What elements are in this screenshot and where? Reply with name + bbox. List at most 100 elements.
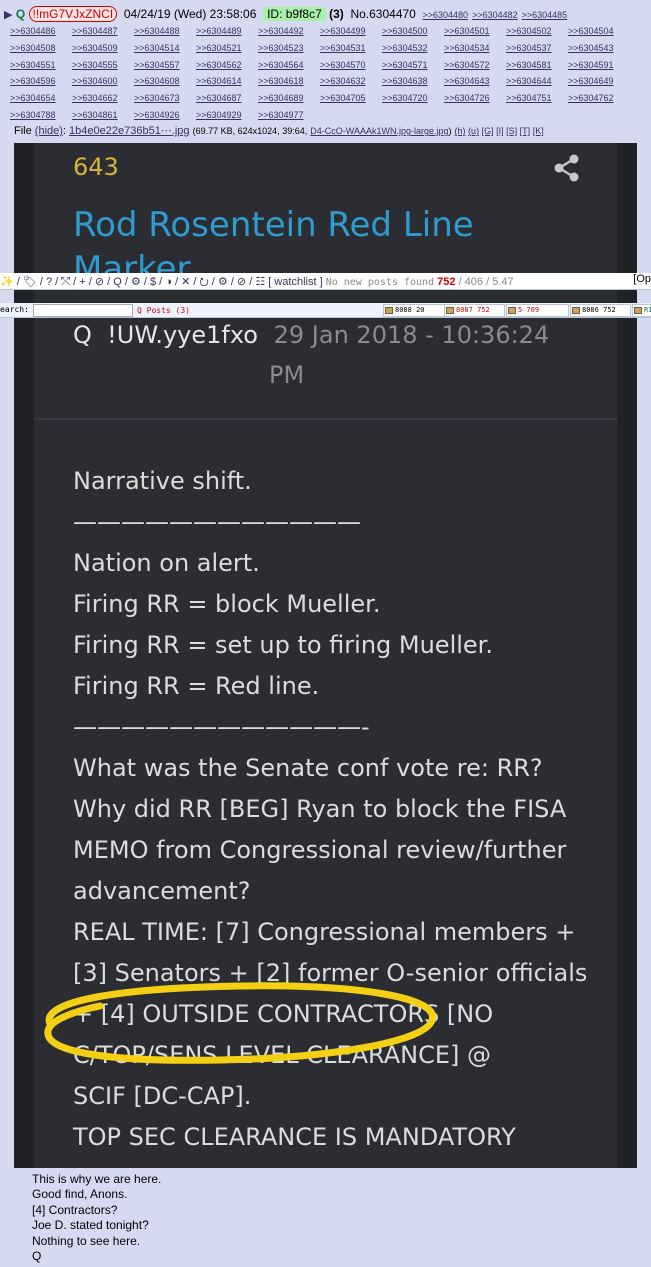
poster-name: Q (15, 7, 26, 21)
file-tool-link[interactable]: [K] (533, 126, 544, 136)
backlink[interactable]: >>6304726 (444, 91, 502, 107)
qpost-date-pm: PM (269, 361, 305, 389)
backlink[interactable]: >>6304564 (258, 58, 316, 74)
backlink[interactable]: >>6304926 (134, 108, 192, 124)
thread-thumb-4[interactable]: 8086 752 (570, 304, 631, 317)
backlink[interactable]: >>6304482 (472, 10, 518, 20)
thread-thumb-5[interactable]: RI (632, 304, 651, 317)
file-tool-link[interactable]: [T] (520, 126, 531, 136)
original-file-name-link[interactable]: D4-CcO-WAAAk1WN.jpg-large.jpg (310, 126, 448, 136)
backlink[interactable]: >>6304487 (72, 24, 130, 40)
backlink[interactable]: >>6304543 (568, 41, 626, 57)
backlink[interactable]: >>6304489 (196, 24, 254, 40)
backlink[interactable]: >>6304572 (444, 58, 502, 74)
q-posts-filter[interactable]: Q Posts (3) (137, 306, 190, 315)
backlink[interactable]: >>6304608 (134, 74, 192, 90)
backlink[interactable]: >>6304638 (382, 74, 440, 90)
backlink[interactable]: >>6304534 (444, 41, 502, 57)
backlink[interactable]: >>6304562 (196, 58, 254, 74)
qpost-body-line: Why did RR [BEG] Ryan to block the FISA (73, 795, 567, 823)
post-number[interactable]: No.6304470 (350, 7, 415, 21)
hide-file-link[interactable]: (hide) (35, 125, 63, 137)
file-name-link[interactable]: 1b4e0e22e736b51⋯.jpg (69, 125, 190, 137)
backlink[interactable]: >>6304751 (506, 91, 564, 107)
backlink[interactable]: >>6304591 (568, 58, 626, 74)
backlink[interactable]: >>6304644 (506, 74, 564, 90)
message-line: Joe D. stated tonight? (32, 1218, 149, 1233)
backlink[interactable]: >>6304687 (196, 91, 254, 107)
file-tool-link[interactable]: (h) (455, 126, 466, 136)
backlink[interactable]: >>6304492 (258, 24, 316, 40)
backlink[interactable]: >>6304501 (444, 24, 502, 40)
backlink[interactable]: >>6304486 (10, 24, 68, 40)
backlink[interactable]: >>6304508 (10, 41, 68, 57)
backlink[interactable]: >>6304788 (10, 108, 68, 124)
backlink[interactable]: >>6304571 (382, 58, 440, 74)
toolbar-icons[interactable]: ✨ / 🏷 / ? / ⤲ / + / ⊘ / Q / ⚙ / $ / ◑ / … (0, 276, 265, 288)
post-count-red: 752 (437, 276, 456, 288)
backlink[interactable]: >>6304480 (423, 10, 469, 20)
backlink[interactable]: >>6304570 (320, 58, 378, 74)
backlink[interactable]: >>6304618 (258, 74, 316, 90)
backlink[interactable]: >>6304500 (382, 24, 440, 40)
backlink[interactable]: >>6304488 (134, 24, 192, 40)
backlink[interactable]: >>6304614 (196, 74, 254, 90)
backlink[interactable]: >>6304654 (10, 91, 68, 107)
backlink[interactable]: >>6304673 (134, 91, 192, 107)
backlink[interactable]: >>6304720 (382, 91, 440, 107)
backlink[interactable]: >>6304537 (506, 41, 564, 57)
file-tool-link[interactable]: [I] (496, 126, 504, 136)
backlink[interactable]: >>6304521 (196, 41, 254, 57)
backlink[interactable]: >>6304523 (258, 41, 316, 57)
backlink[interactable]: >>6304632 (320, 74, 378, 90)
backlink[interactable]: >>6304762 (568, 91, 626, 107)
backlink[interactable]: >>6304596 (10, 74, 68, 90)
backlink[interactable]: >>6304555 (72, 58, 130, 74)
backlink[interactable]: >>6304485 (522, 10, 568, 20)
backlink[interactable]: >>6304861 (72, 108, 130, 124)
file-details: (69.77 KB, 624x1024, 39:64, (192, 126, 308, 136)
qpost-body-line: Narrative shift. (73, 467, 252, 495)
file-tool-link[interactable]: (u) (468, 126, 479, 136)
thread-thumb-3[interactable]: 5 709 (506, 304, 569, 317)
post-info-line: ▶ Q !!mG7VJxZNCI 04/24/19 (Wed) 23:58:06… (4, 6, 571, 22)
search-input[interactable] (33, 304, 133, 317)
backlink[interactable]: >>6304662 (72, 91, 130, 107)
backlink[interactable]: >>6304531 (320, 41, 378, 57)
backlink[interactable]: >>6304502 (506, 24, 564, 40)
file-tool-link[interactable]: [S] (506, 126, 517, 136)
post-image[interactable]: 643 Rod Rosentein Red Line Marker Q !UW.… (14, 143, 637, 1168)
backlink[interactable]: >>6304929 (196, 108, 254, 124)
share-icon (554, 154, 579, 182)
backlink[interactable]: >>6304643 (444, 74, 502, 90)
watchlist-link[interactable]: [ watchlist ] (268, 276, 322, 288)
qpost-body-line: ———————————— (73, 508, 361, 536)
backlink[interactable]: >>6304649 (568, 74, 626, 90)
backlink[interactable]: >>6304509 (72, 41, 130, 57)
backlink[interactable]: >>6304705 (320, 91, 378, 107)
file-tool-link[interactable]: [G] (482, 126, 494, 136)
qpost-body-line: SCIF [DC-CAP]. (73, 1082, 252, 1110)
backlink[interactable]: >>6304581 (506, 58, 564, 74)
post-message: This is why we are here. Good find, Anons… (32, 1172, 161, 1264)
post-menu-arrow-icon[interactable]: ▶ (4, 9, 12, 21)
backlink[interactable]: >>6304551 (10, 58, 68, 74)
backlink[interactable]: >>6304499 (320, 24, 378, 40)
backlink[interactable]: >>6304600 (72, 74, 130, 90)
options-link[interactable]: [Op (633, 273, 651, 285)
backlink[interactable]: >>6304504 (568, 24, 626, 40)
thread-thumb-2[interactable]: 8087 752 (444, 304, 505, 317)
tripcode: !!mG7VJxZNCI (28, 6, 118, 22)
qpost-body-line: REAL TIME: [7] Congressional members + (73, 918, 576, 946)
backlink[interactable]: >>6304532 (382, 41, 440, 57)
backlink[interactable]: >>6304557 (134, 58, 192, 74)
backlink[interactable]: >>6304514 (134, 41, 192, 57)
backlink[interactable]: >>6304689 (258, 91, 316, 107)
backlink[interactable]: >>6304977 (258, 108, 316, 124)
file-info-line: File (hide): 1b4e0e22e736b51⋯.jpg (69.77… (14, 125, 544, 137)
qpost-body-line: What was the Senate conf vote re: RR? (73, 754, 543, 782)
poster-id[interactable]: ID: b9f8c7 (263, 7, 326, 21)
message-line: Nothing to see here. (32, 1233, 141, 1248)
thread-thumb-1[interactable]: 8088 20 (383, 304, 446, 317)
message-line: [4] Contractors? (32, 1202, 118, 1217)
